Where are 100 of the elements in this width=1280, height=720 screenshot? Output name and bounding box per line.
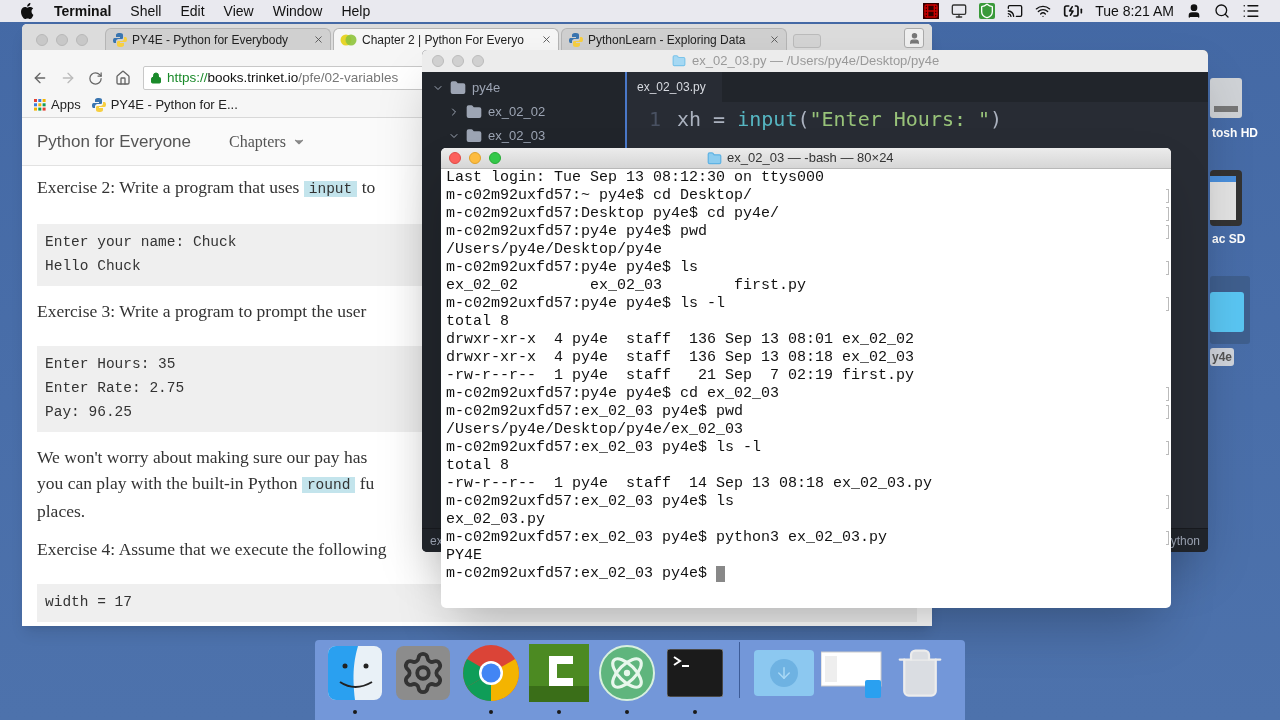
desktop-icon-label[interactable]: tosh HD — [1210, 124, 1260, 142]
code-line: xh = input("Enter Hours: ") — [677, 106, 1003, 133]
back-icon[interactable] — [32, 70, 48, 86]
search-icon[interactable] — [1214, 3, 1230, 19]
user-icon[interactable] — [1186, 3, 1202, 19]
camtasia-logo-icon[interactable] — [529, 644, 589, 702]
bookmark-link[interactable]: Apps — [34, 94, 81, 115]
line-mark-icon — [1166, 531, 1169, 545]
wifi-icon[interactable] — [1035, 3, 1052, 19]
terminal-line: m-c02m92uxfd57:py4e py4e$ ls -l — [446, 295, 726, 313]
terminal-line: PY4E — [446, 547, 482, 565]
monitor-icon[interactable] — [951, 3, 968, 19]
apple-logo-icon[interactable] — [20, 3, 34, 19]
finder-window-icon[interactable] — [821, 648, 883, 698]
browser-tab[interactable]: Chapter 2 | Python For Everyo — [333, 28, 559, 50]
desktop-icon-label[interactable]: ac SD — [1210, 230, 1248, 248]
folder-icon[interactable] — [1210, 276, 1250, 344]
menu-clock[interactable]: Tue 8:21 AM — [1095, 0, 1174, 22]
paragraph: Exercise 4: Assume that we execute the following — [37, 538, 387, 561]
terminal-line: m-c02m92uxfd57:ex_02_03 py4e$ pwd — [446, 403, 744, 421]
terminal-line: m-c02m92uxfd57:ex_02_03 py4e$ ls -l — [446, 439, 762, 457]
terminal-line: m-c02m92uxfd57:~ py4e$ cd Desktop/ — [446, 187, 753, 205]
close-icon[interactable] — [313, 34, 324, 45]
browser-tab[interactable]: PY4E - Python for Everybody — [105, 28, 331, 50]
bookmark-link[interactable]: PY4E - Python for E... — [90, 94, 238, 115]
profile-icon — [907, 31, 921, 45]
paragraph: We won't worry about making sure our pay has you can play with the built-in Python round fu places. — [37, 446, 375, 523]
line-mark-icon — [1166, 441, 1169, 455]
terminal-line: drwxr-xr-x 4 py4e staff 136 Sep 13 08:01 ex_02_02 — [446, 331, 915, 349]
menu-item[interactable]: Shell — [130, 0, 162, 22]
line-mark-icon — [1166, 387, 1169, 401]
terminal-line: -rw-r--r-- 1 py4e staff 14 Sep 13 08:18 ex_02_03.py — [446, 475, 933, 493]
line-mark-icon — [1166, 189, 1169, 203]
terminal-line: m-c02m92uxfd57:Desktop py4e$ cd py4e/ — [446, 205, 780, 223]
film-strip-icon[interactable] — [923, 3, 940, 19]
folder-icon — [672, 54, 686, 68]
profile-button[interactable] — [904, 28, 924, 48]
terminal-line: total 8 — [446, 457, 509, 475]
terminal-line: m-c02m92uxfd57:py4e py4e$ pwd — [446, 223, 708, 241]
folder-icon — [466, 128, 482, 144]
terminal-line: m-c02m92uxfd57:ex_02_03 py4e$ ls — [446, 493, 735, 511]
address-field[interactable]: https://books.trinket.io/pfe/02-variables — [143, 66, 425, 90]
zoom-button[interactable] — [489, 152, 501, 164]
folder-icon — [450, 80, 466, 96]
terminal-line: total 8 — [446, 313, 509, 331]
browser-tab[interactable]: PythonLearn - Exploring Data — [561, 28, 787, 50]
paragraph: Exercise 2: Write a program that uses input to — [37, 176, 376, 199]
line-mark-icon — [1166, 405, 1169, 419]
finder-face-icon[interactable] — [328, 646, 382, 700]
line-mark-icon — [1166, 297, 1169, 311]
close-icon[interactable] — [541, 34, 552, 45]
site-title[interactable]: Python for Everyone — [37, 128, 192, 155]
terminal-line: m-c02m92uxfd57:py4e py4e$ cd ex_02_03 — [446, 385, 780, 403]
editor-tab[interactable]: ex_02_03.py — [627, 72, 722, 102]
airplay-icon[interactable] — [1007, 3, 1024, 19]
terminal-line: Last login: Tue Sep 13 08:12:30 on ttys000 — [446, 169, 825, 187]
home-icon[interactable] — [115, 70, 131, 86]
menu-item[interactable]: Help — [341, 0, 371, 22]
reload-icon[interactable] — [88, 70, 103, 86]
window-title: ex_02_03 — -bash — 80×24 — [727, 149, 894, 168]
trinket-logo-icon — [340, 32, 358, 47]
apps-grid-icon — [34, 98, 46, 111]
menu-item[interactable]: View — [223, 0, 254, 22]
terminal-line: -rw-r--r-- 1 py4e staff 21 Sep 7 02:19 first.py — [446, 367, 915, 385]
close-icon[interactable] — [769, 34, 780, 45]
terminal-line: m-c02m92uxfd57:ex_02_03 py4e$ — [446, 565, 709, 583]
terminal-icon[interactable] — [667, 649, 723, 697]
line-mark-icon — [1166, 225, 1169, 239]
menu-item[interactable]: Edit — [180, 0, 205, 22]
folder-icon — [707, 150, 722, 166]
python-logo-icon — [90, 96, 107, 113]
desktop-icon-label[interactable]: y4e — [1210, 348, 1235, 366]
folder-icon — [466, 104, 482, 120]
menu-app-name[interactable]: Terminal — [54, 0, 112, 22]
chrome-logo-icon[interactable] — [462, 644, 520, 702]
notifications-icon[interactable] — [1242, 2, 1260, 20]
chapters-menu[interactable]: Chapters — [229, 129, 306, 154]
close-button[interactable] — [449, 152, 461, 164]
terminal-line: /Users/py4e/Desktop/py4e — [446, 241, 663, 259]
terminal-line: m-c02m92uxfd57:ex_02_03 py4e$ python3 ex_02_03.py — [446, 529, 888, 547]
paragraph: Exercise 3: Write a program to prompt the user — [37, 300, 367, 323]
line-mark-icon — [1166, 495, 1169, 509]
atom-logo-icon[interactable] — [599, 645, 655, 701]
terminal-line: drwxr-xr-x 4 py4e staff 136 Sep 13 08:18 ex_02_03 — [446, 349, 915, 367]
lock-icon — [150, 72, 162, 84]
status-text: ython — [1170, 532, 1200, 550]
terminal-line: m-c02m92uxfd57:py4e py4e$ ls — [446, 259, 699, 277]
shield-icon[interactable] — [979, 3, 996, 19]
tree-item[interactable]: ex_02_02 — [422, 100, 625, 124]
sd-card-icon[interactable] — [1210, 170, 1244, 226]
tree-item[interactable]: py4e — [422, 76, 625, 100]
text-cursor-icon — [716, 566, 726, 582]
line-mark-icon — [1166, 261, 1169, 275]
tree-item[interactable]: ex_02_03 — [422, 124, 625, 148]
settings-icon[interactable] — [396, 646, 450, 700]
hard-drive-icon[interactable] — [1210, 76, 1244, 120]
line-mark-icon — [1166, 207, 1169, 221]
terminal-line: ex_02_03.py — [446, 511, 546, 529]
python-logo-icon — [568, 31, 584, 48]
menu-item[interactable]: Window — [272, 0, 323, 22]
